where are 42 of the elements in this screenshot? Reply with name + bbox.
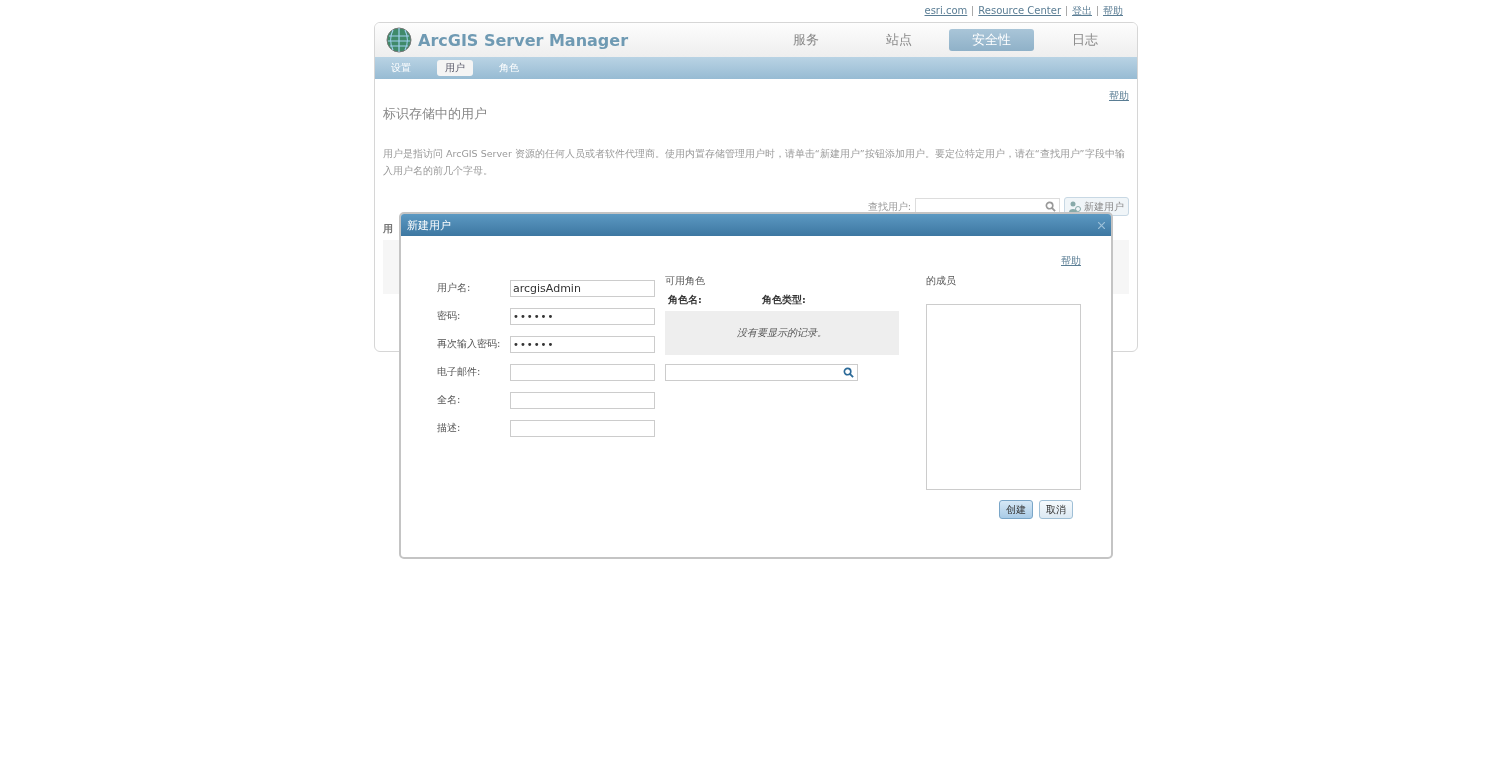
password-field[interactable]: •••••• <box>510 335 655 353</box>
column-header: 角色名: <box>668 294 703 307</box>
section-title: 可用角色 <box>665 274 706 288</box>
input-field[interactable] <box>510 391 655 409</box>
field-label: 用户名: <box>437 281 472 295</box>
header-link[interactable]: 登出 <box>1066 6 1097 16</box>
page-heading: 标识存储中的用户 <box>383 105 488 123</box>
password-field[interactable]: •••••• <box>510 307 655 325</box>
field-label: 再次输入密码: <box>437 337 502 351</box>
dialog-title: 新建用户 <box>407 217 451 233</box>
input-field[interactable] <box>510 363 655 381</box>
nav-tab[interactable]: 服务 <box>763 29 848 51</box>
field-label: 电子邮件: <box>437 365 482 379</box>
empty-message: 没有要显示的记录。 <box>665 311 899 355</box>
column-header: 用 <box>383 222 393 236</box>
dialog-button[interactable]: 创建 <box>999 500 1033 519</box>
search-label: 查找用户: <box>867 199 911 214</box>
field-label: 全名: <box>437 393 462 407</box>
header-link[interactable]: Resource Center <box>972 6 1066 16</box>
field-label: 密码: <box>437 309 462 323</box>
field-label: 描述: <box>437 421 462 435</box>
user-add-icon <box>1069 201 1081 212</box>
sub-nav-tab[interactable]: 用户 <box>437 60 473 76</box>
input-field[interactable]: arcgisAdmin <box>510 279 655 297</box>
page-description: 用户是指访问 ArcGIS Server 资源的任何人员或者软件代理商。使用内置存储管理用户时，请单击“新建用户”按钮添加用户。要定位特定用户，请在“查找用户”字段中输入用户名的前几个字母。 <box>383 147 1126 178</box>
nav-tab[interactable]: 日志 <box>1042 29 1127 51</box>
members-list[interactable] <box>926 304 1081 490</box>
help-link[interactable]: 帮助 <box>1109 89 1129 103</box>
input-field[interactable] <box>510 419 655 437</box>
help-link[interactable]: 帮助 <box>1061 254 1081 268</box>
search-field[interactable] <box>665 364 858 381</box>
header-link[interactable]: 帮助 <box>1097 6 1128 16</box>
search-icon[interactable] <box>843 367 854 378</box>
column-header: 角色类型: <box>762 294 807 307</box>
header-link[interactable]: esri.com <box>919 6 973 16</box>
close-icon[interactable] <box>1098 221 1105 229</box>
app-title: ArcGIS Server Manager <box>418 30 629 50</box>
search-icon[interactable] <box>1045 201 1056 212</box>
nav-tab[interactable]: 站点 <box>856 29 941 51</box>
dialog-button[interactable]: 取消 <box>1039 500 1073 519</box>
section-title: 的成员 <box>926 274 957 288</box>
globe-logo-icon <box>386 27 412 53</box>
